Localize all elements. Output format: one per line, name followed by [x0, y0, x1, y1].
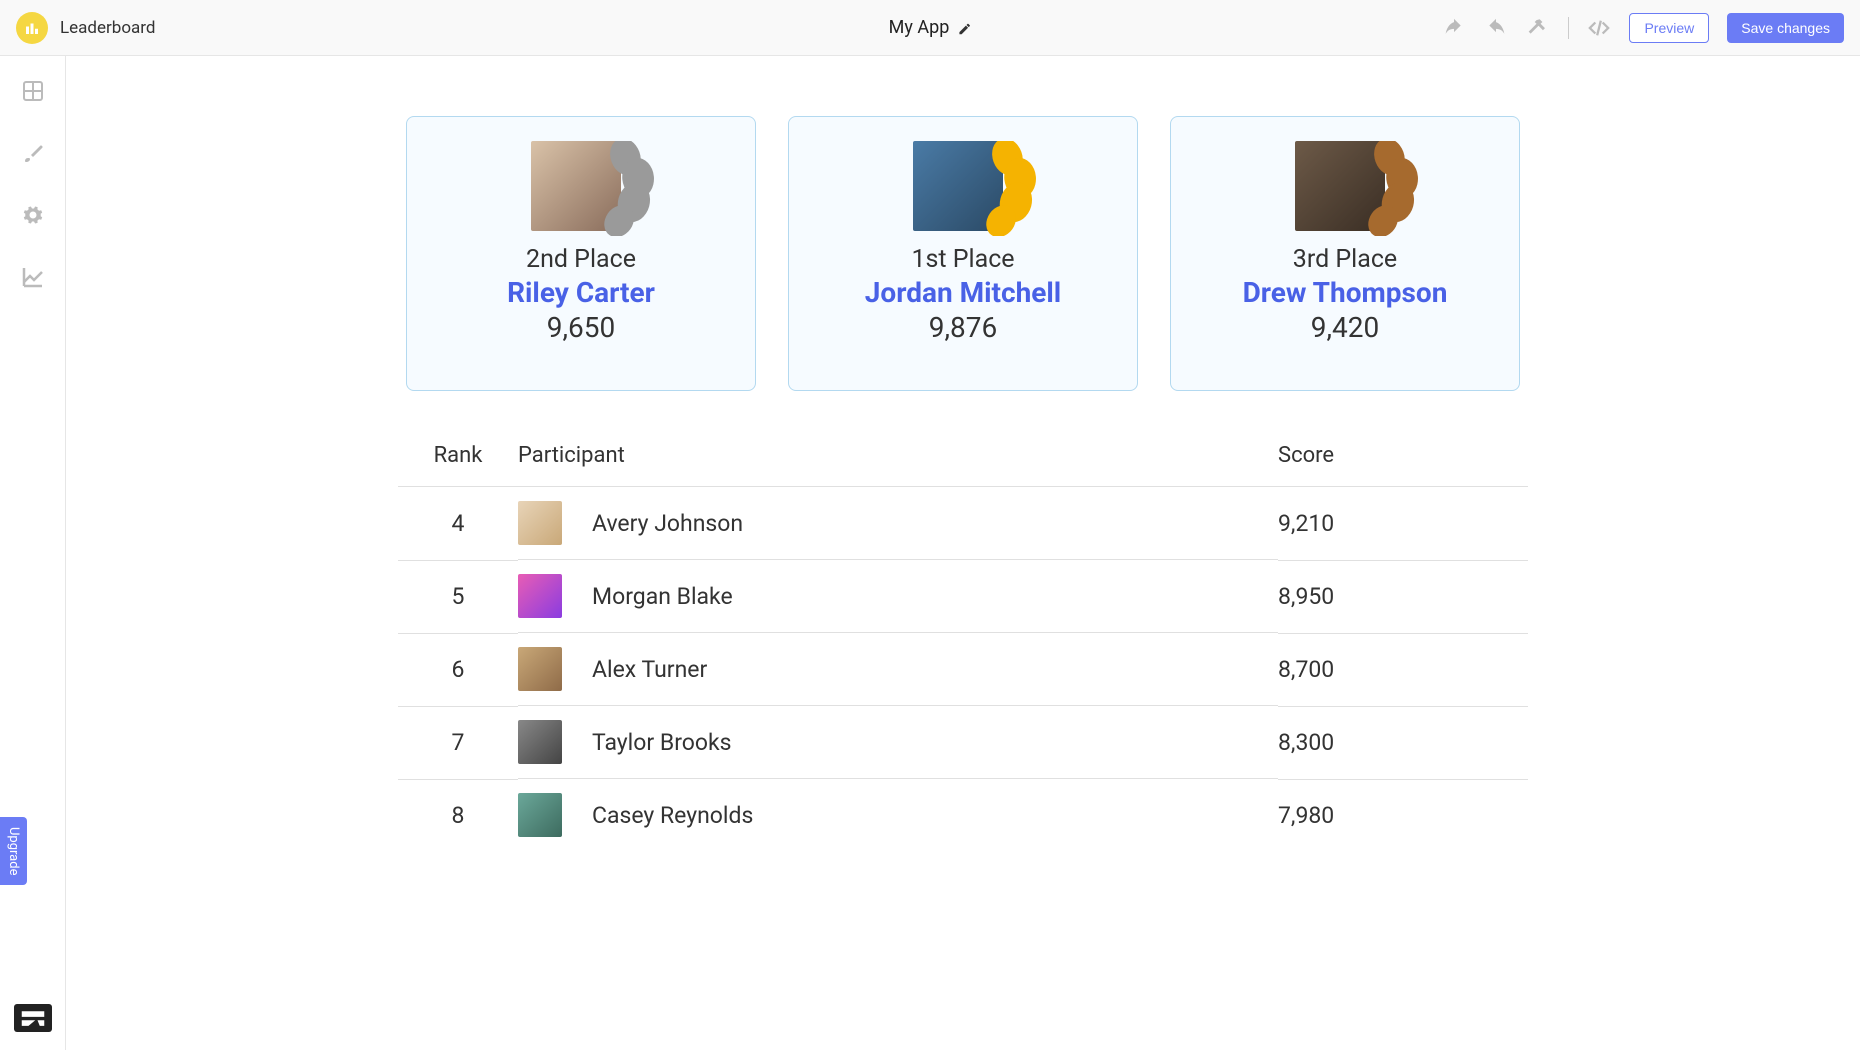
avatar [518, 501, 562, 545]
place-label: 3rd Place [1293, 245, 1397, 274]
preview-button[interactable]: Preview [1629, 13, 1709, 43]
save-button[interactable]: Save changes [1727, 13, 1844, 43]
cell-score: 8,300 [1278, 706, 1528, 779]
cell-participant: Alex Turner [518, 633, 1278, 706]
redo-icon[interactable] [1484, 16, 1508, 40]
col-header-participant: Participant [518, 431, 1278, 487]
gear-icon[interactable] [20, 202, 46, 228]
grid-icon[interactable] [20, 78, 46, 104]
participant-name: Taylor Brooks [592, 729, 732, 756]
cell-score: 8,950 [1278, 560, 1528, 633]
table-row: 7 Taylor Brooks 8,300 [398, 706, 1528, 779]
podium-card-2nd: 2nd Place Riley Carter 9,650 [406, 116, 756, 391]
participant-name: Avery Johnson [592, 510, 743, 537]
table-row: 5 Morgan Blake 8,950 [398, 560, 1528, 633]
app-name: My App [889, 17, 950, 38]
podium-avatar-wrap [531, 141, 631, 231]
hammer-icon[interactable] [1526, 16, 1550, 40]
podium-avatar-wrap [913, 141, 1013, 231]
laurel-icon [601, 141, 671, 236]
winner-name: Riley Carter [507, 276, 655, 309]
cell-rank: 6 [398, 633, 518, 706]
participant-name: Morgan Blake [592, 583, 733, 610]
winner-score: 9,876 [929, 311, 997, 344]
winner-score: 9,650 [547, 311, 615, 344]
winner-score: 9,420 [1311, 311, 1379, 344]
podium-card-3rd: 3rd Place Drew Thompson 9,420 [1170, 116, 1520, 391]
brush-icon[interactable] [20, 140, 46, 166]
code-icon[interactable] [1587, 16, 1611, 40]
col-header-score: Score [1278, 431, 1528, 487]
topbar-actions: Preview Save changes [1442, 13, 1844, 43]
app-logo [16, 12, 48, 44]
participant-name: Alex Turner [592, 656, 707, 683]
undo-icon[interactable] [1442, 16, 1466, 40]
chart-icon[interactable] [20, 264, 46, 290]
avatar [518, 574, 562, 618]
avatar [518, 793, 562, 837]
laurel-icon [1365, 141, 1435, 236]
place-label: 1st Place [911, 245, 1014, 274]
place-label: 2nd Place [526, 245, 636, 274]
cell-participant: Casey Reynolds [518, 779, 1278, 851]
cell-participant: Morgan Blake [518, 560, 1278, 633]
table-row: 8 Casey Reynolds 7,980 [398, 779, 1528, 851]
avatar [518, 720, 562, 764]
topbar: Leaderboard My App Preview Save changes [0, 0, 1860, 56]
brand-corner-logo [14, 1004, 52, 1032]
table-row: 6 Alex Turner 8,700 [398, 633, 1528, 706]
col-header-rank: Rank [398, 431, 518, 487]
winner-name: Jordan Mitchell [865, 276, 1061, 309]
cell-score: 8,700 [1278, 633, 1528, 706]
winner-name: Drew Thompson [1243, 276, 1448, 309]
cell-score: 7,980 [1278, 779, 1528, 851]
cell-participant: Taylor Brooks [518, 706, 1278, 779]
separator [1568, 17, 1569, 39]
cell-participant: Avery Johnson [518, 487, 1278, 560]
leaderboard-table-wrap: Rank Participant Score 4 Avery Johnson 9,2… [398, 431, 1528, 851]
laurel-icon [983, 141, 1053, 236]
sidebar [0, 56, 66, 1050]
participant-name: Casey Reynolds [592, 802, 753, 829]
cell-rank: 5 [398, 560, 518, 633]
page-title: Leaderboard [60, 18, 155, 38]
podium-card-1st: 1st Place Jordan Mitchell 9,876 [788, 116, 1138, 391]
app-name-container: My App [889, 17, 972, 38]
cell-rank: 8 [398, 779, 518, 851]
cell-rank: 4 [398, 487, 518, 561]
pencil-icon[interactable] [957, 21, 971, 35]
avatar [518, 647, 562, 691]
table-row: 4 Avery Johnson 9,210 [398, 487, 1528, 561]
cell-score: 9,210 [1278, 487, 1528, 561]
cell-rank: 7 [398, 706, 518, 779]
leaderboard-table: Rank Participant Score 4 Avery Johnson 9,2… [398, 431, 1528, 851]
main-content: 2nd Place Riley Carter 9,650 1st Place J… [66, 56, 1860, 1050]
podium-avatar-wrap [1295, 141, 1395, 231]
podium-row: 2nd Place Riley Carter 9,650 1st Place J… [106, 116, 1820, 391]
upgrade-button[interactable]: Upgrade [0, 817, 27, 885]
